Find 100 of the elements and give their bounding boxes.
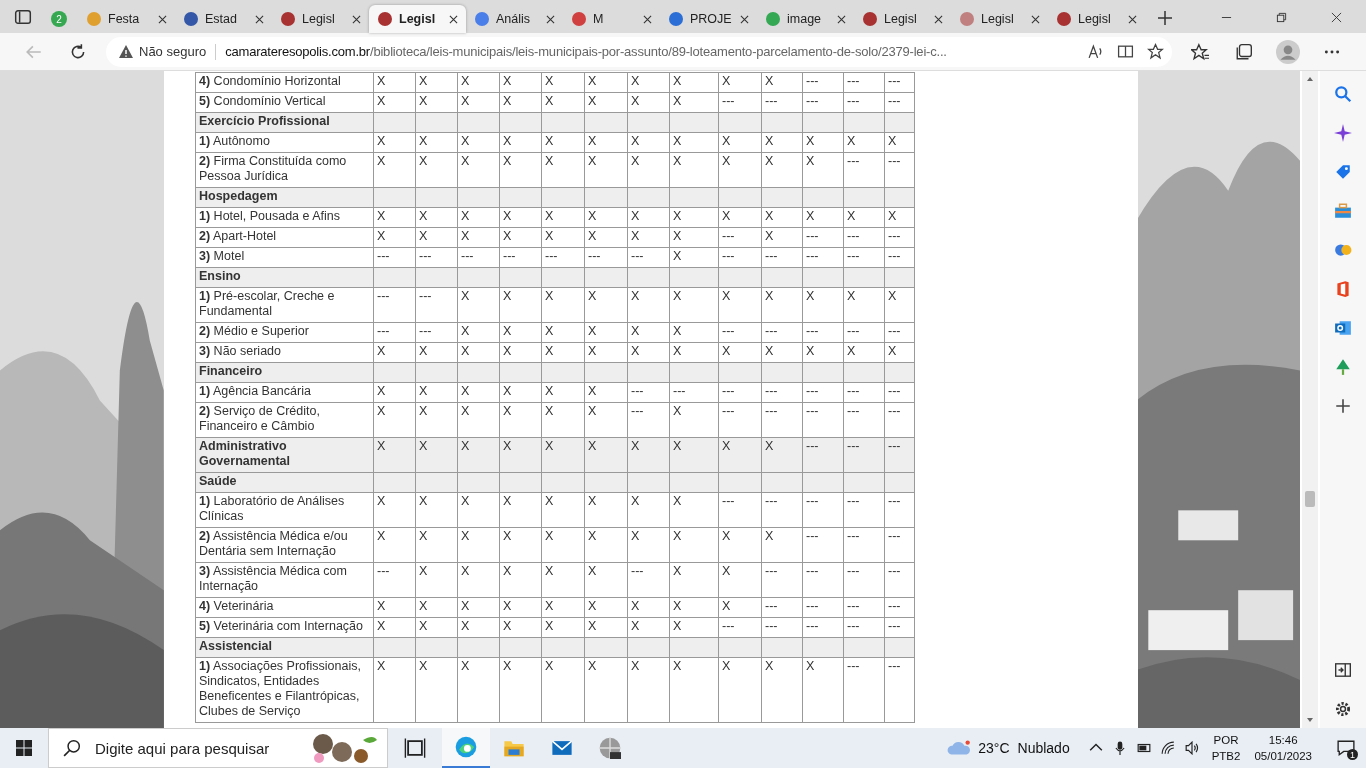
profile-icon[interactable] [1276, 39, 1300, 64]
table-cell: X [541, 382, 585, 403]
tag-icon[interactable] [1334, 163, 1353, 181]
add-icon[interactable] [1334, 397, 1353, 415]
table-cell: X [584, 657, 628, 723]
browser-tab[interactable]: Legisl [951, 5, 1048, 33]
battery-icon[interactable] [1136, 741, 1151, 755]
table-cell: --- [802, 617, 844, 638]
table-cell: X [669, 72, 719, 93]
task-view-icon[interactable] [404, 737, 426, 759]
table-cell: X [499, 72, 542, 93]
close-icon[interactable] [740, 14, 749, 24]
table-cell: --- [373, 562, 416, 598]
browser-tab[interactable]: M [563, 5, 660, 33]
table-cell: X [669, 227, 719, 248]
split-screen-icon[interactable] [1117, 43, 1134, 60]
browser-tab[interactable]: image [757, 5, 854, 33]
table-cell: --- [884, 247, 915, 268]
close-icon[interactable] [1331, 12, 1342, 23]
mail-icon[interactable] [1334, 319, 1353, 337]
table-cell: X [415, 402, 458, 438]
browser-tab[interactable]: Legisl [1048, 5, 1145, 33]
table-cell: X [718, 562, 762, 598]
read-aloud-icon[interactable] [1087, 43, 1104, 60]
tab-actions-icon[interactable] [14, 8, 32, 26]
new-tab-icon[interactable] [1157, 10, 1173, 26]
taskbar-search-field[interactable]: Digite aqui para pesquisar [48, 728, 388, 768]
scrollbar-thumb[interactable] [1305, 491, 1316, 507]
browser-tab[interactable]: PROJE [660, 5, 757, 33]
browser-tab[interactable]: Anális [466, 5, 563, 33]
table-cell: X [584, 132, 628, 153]
browser-tab[interactable]: Festa [78, 5, 175, 33]
table-cell: 1) Pré-escolar, Creche e Fundamental [195, 287, 374, 323]
browser-tab[interactable]: Estad [175, 5, 272, 33]
close-icon[interactable] [643, 14, 652, 24]
table-cell: X [669, 152, 719, 188]
notification-icon [1337, 739, 1355, 757]
restore-icon[interactable] [1276, 12, 1287, 23]
close-icon[interactable] [1128, 14, 1137, 24]
table-cell: 4) Veterinária [195, 597, 374, 618]
table-cell: X [884, 132, 915, 153]
wifi-icon[interactable] [1160, 741, 1175, 755]
refresh-icon[interactable] [69, 42, 87, 61]
sidebar-toggle-icon[interactable] [1334, 661, 1353, 679]
table-cell: --- [373, 322, 416, 343]
language-indicator[interactable]: POR PTB2 [1211, 732, 1241, 764]
close-icon[interactable] [352, 14, 361, 24]
table-cell: 2) Serviço de Crédito, Financeiro e Câmbio [195, 402, 374, 438]
browser-tab[interactable]: Legisl [272, 5, 369, 33]
table-cell: X [584, 382, 628, 403]
close-icon[interactable] [837, 14, 846, 24]
scroll-down-icon[interactable] [1306, 716, 1315, 724]
table-cell: --- [843, 92, 885, 113]
speaker-icon[interactable] [1184, 741, 1199, 755]
close-icon[interactable] [449, 14, 458, 24]
notifications-button[interactable]: 1 [1326, 728, 1366, 768]
table-cell: X [584, 152, 628, 188]
sparkle-icon[interactable] [1334, 124, 1353, 142]
close-icon[interactable] [546, 14, 555, 24]
windows-start-icon[interactable] [16, 740, 32, 756]
table-cell: 1) Laboratório de Análises Clínicas [195, 492, 374, 528]
close-icon[interactable] [158, 14, 167, 24]
scroll-up-icon[interactable] [1306, 75, 1315, 83]
close-icon[interactable] [1031, 14, 1040, 24]
collections-icon[interactable] [1235, 42, 1253, 61]
close-icon[interactable] [934, 14, 943, 24]
scrollbar[interactable] [1302, 71, 1319, 728]
table-cell: 3) Assistência Médica com Internação [195, 562, 374, 598]
table-cell: X [669, 402, 719, 438]
table-cell: X [541, 527, 585, 563]
table-cell: X [415, 92, 458, 113]
table-cell: --- [884, 382, 915, 403]
settings-icon[interactable] [1334, 700, 1353, 718]
toolbox-icon[interactable] [1334, 202, 1353, 220]
clock[interactable]: 15:46 05/01/2023 [1254, 732, 1312, 764]
table-cell: X [499, 227, 542, 248]
search-icon[interactable] [1334, 85, 1353, 103]
table-cell: X [457, 437, 500, 473]
browser-tab[interactable]: Legisl [369, 5, 466, 33]
address-field[interactable]: Não seguro camarateresopolis.com.br/biblioteca/leis-municipais/leis-municipais-por-assunto/89-loteamento-parcelamento-de-solo/2379-lei-c... [106, 36, 1172, 67]
favicon-icon [1056, 11, 1072, 27]
table-cell: X [457, 527, 500, 563]
table-cell: --- [843, 227, 885, 248]
table-cell: 4) Condomínio Horizontal [195, 72, 374, 93]
table-cell: --- [761, 247, 803, 268]
table-cell: X [584, 562, 628, 598]
favorites-icon[interactable] [1191, 42, 1209, 61]
globe-icon [599, 737, 621, 759]
table-cell: --- [761, 402, 803, 438]
add-favorite-icon[interactable] [1147, 43, 1164, 60]
section-heading: Saúde [195, 472, 374, 493]
table-cell: X [884, 342, 915, 363]
table-cell: X [499, 527, 542, 563]
table-cell: --- [457, 247, 500, 268]
warning-icon [118, 43, 134, 60]
table-cell: X [373, 527, 416, 563]
table-cell: --- [843, 527, 885, 563]
browser-tab[interactable]: Legisl [854, 5, 951, 33]
close-icon[interactable] [255, 14, 264, 24]
table-cell: X [499, 382, 542, 403]
